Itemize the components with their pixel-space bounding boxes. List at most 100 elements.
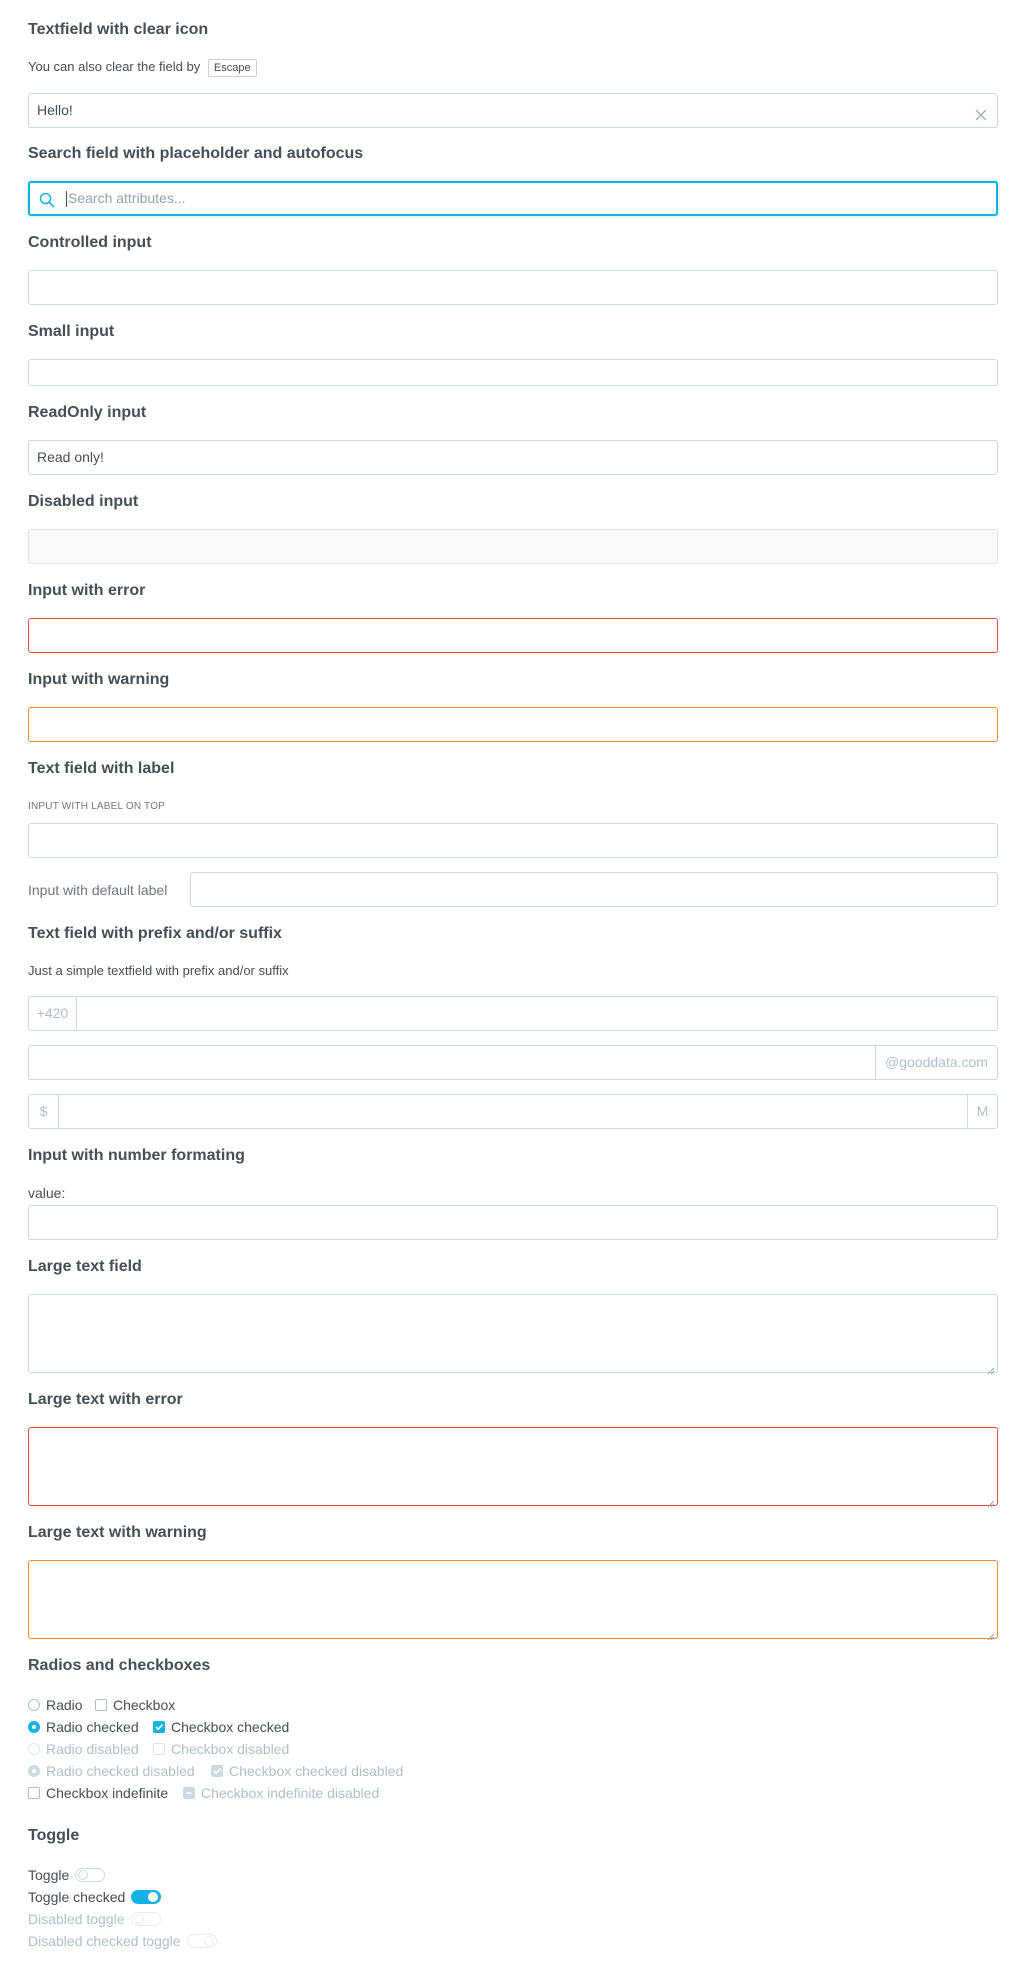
checkbox-checked-label: Checkbox checked [171,1719,290,1735]
disabled-toggle-switch [130,1912,161,1926]
checkbox-disabled-icon [153,1743,165,1755]
clear-hint-text: You can also clear the field by [28,59,201,74]
radio-label: Radio [46,1697,83,1713]
domain-suffix: @gooddata.com [875,1046,997,1079]
checkbox-indefinite-icon[interactable] [28,1787,40,1799]
phone-prefix: +420 [29,997,77,1030]
warning-input[interactable] [28,707,998,742]
side-label: Input with default label [28,882,168,898]
form-components-page: Textfield with clear icon You can also c… [0,0,1024,1964]
checkbox-label: Checkbox [113,1697,176,1713]
search-placeholder: Search attributes... [68,190,186,206]
toggle-knob [78,1870,89,1880]
section-heading-disabled: Disabled input [28,493,139,510]
radio-checked-option[interactable]: Radio checked [28,1718,139,1736]
section-heading-warning: Input with warning [28,671,170,688]
checkbox-checked-disabled-option: Checkbox checked disabled [211,1762,403,1780]
toggle-knob [148,1892,159,1902]
radio-checked-disabled-option: Radio checked disabled [28,1762,195,1780]
error-input[interactable] [28,618,998,653]
section-heading-checks: Radios and checkboxes [28,1657,211,1674]
section-heading-large-warning: Large text with warning [28,1524,207,1541]
checkbox-checked-disabled-icon [211,1765,223,1777]
text-caret [66,191,67,208]
radio-option[interactable]: Radio [28,1696,83,1714]
readonly-input-value: Read only! [37,449,104,465]
checkbox-disabled-label: Checkbox disabled [171,1741,290,1757]
radio-icon[interactable] [28,1699,40,1711]
toggle-knob [133,1914,144,1924]
toggle-switch[interactable] [75,1868,106,1882]
resize-grip-icon[interactable] [987,1362,995,1375]
disabled-toggle-option: Disabled toggle [28,1910,161,1928]
domain-suffix-input[interactable]: @gooddata.com [28,1045,998,1080]
checkbox-icon[interactable] [95,1699,107,1711]
escape-key-badge: Escape [207,59,257,77]
disabled-toggle-label: Disabled toggle [28,1911,125,1927]
toggle-checked-option[interactable]: Toggle checked [28,1888,162,1906]
section-heading-toggle: Toggle [28,1827,80,1844]
checkbox-indefinite-disabled-option: Checkbox indefinite disabled [183,1784,379,1802]
radio-disabled-icon [28,1743,40,1755]
checkbox-checked-option[interactable]: Checkbox checked [153,1718,289,1736]
section-heading-label: Text field with label [28,760,175,777]
checkbox-checked-icon[interactable] [153,1721,165,1733]
section-heading-small: Small input [28,323,115,340]
checkbox-indefinite-disabled-label: Checkbox indefinite disabled [201,1785,380,1801]
top-label: INPUT WITH LABEL ON TOP [28,801,166,812]
radio-disabled-option: Radio disabled [28,1740,139,1758]
section-heading-controlled: Controlled input [28,234,152,251]
resize-grip-icon[interactable] [987,1628,995,1641]
radio-disabled-label: Radio disabled [46,1741,139,1757]
section-heading-readonly: ReadOnly input [28,404,147,421]
clear-hint: You can also clear the field by Escape [28,58,257,77]
small-input[interactable] [28,359,998,386]
readonly-input[interactable]: Read only! [28,440,998,475]
checkbox-indefinite-option[interactable]: Checkbox indefinite [28,1784,168,1802]
search-input[interactable]: Search attributes... [28,181,998,216]
number-input[interactable] [28,1205,998,1240]
clearable-input-value: Hello! [37,102,73,118]
section-heading-large: Large text field [28,1258,142,1275]
checkbox-indefinite-disabled-icon [183,1787,195,1799]
large-warning-textarea[interactable] [28,1560,998,1641]
disabled-checked-toggle-label: Disabled checked toggle [28,1933,181,1949]
unit-suffix: M [967,1095,997,1128]
checkbox-option[interactable]: Checkbox [95,1696,175,1714]
section-heading-clear-icon: Textfield with clear icon [28,21,209,38]
toggle-label: Toggle [28,1867,70,1883]
disabled-checked-toggle-option: Disabled checked toggle [28,1932,217,1950]
section-heading-search: Search field with placeholder and autofo… [28,145,364,162]
currency-affix-input[interactable]: $ M [28,1094,998,1129]
large-error-textarea[interactable] [28,1427,998,1508]
checkbox-disabled-option: Checkbox disabled [153,1740,289,1758]
toggle-checked-switch[interactable] [131,1890,162,1904]
currency-prefix: $ [29,1095,59,1128]
radio-checked-label: Radio checked [46,1719,139,1735]
radio-checked-disabled-icon [28,1765,40,1777]
labeled-top-input[interactable] [28,823,998,858]
section-heading-large-error: Large text with error [28,1391,183,1408]
checkbox-checked-disabled-label: Checkbox checked disabled [229,1763,404,1779]
section-heading-affix: Text field with prefix and/or suffix [28,925,282,942]
affix-description: Just a simple textfield with prefix and/… [28,963,289,978]
labeled-side-input[interactable] [190,872,998,907]
controlled-input[interactable] [28,270,998,305]
resize-grip-icon[interactable] [987,1495,995,1508]
section-heading-number: Input with number formating [28,1147,245,1164]
clear-icon[interactable] [973,102,989,121]
radio-checked-disabled-label: Radio checked disabled [46,1763,195,1779]
radio-checked-icon[interactable] [28,1721,40,1733]
number-value-label: value: [28,1185,66,1201]
toggle-checked-label: Toggle checked [28,1889,126,1905]
disabled-checked-toggle-switch [186,1934,217,1948]
clearable-text-input[interactable]: Hello! [28,93,998,128]
toggle-knob [203,1936,214,1946]
section-heading-error: Input with error [28,582,146,599]
checkbox-indefinite-label: Checkbox indefinite [46,1785,169,1801]
phone-prefix-input[interactable]: +420 [28,996,998,1031]
large-textarea[interactable] [28,1294,998,1375]
toggle-option[interactable]: Toggle [28,1866,106,1884]
disabled-input [28,529,998,564]
search-icon [38,189,56,208]
